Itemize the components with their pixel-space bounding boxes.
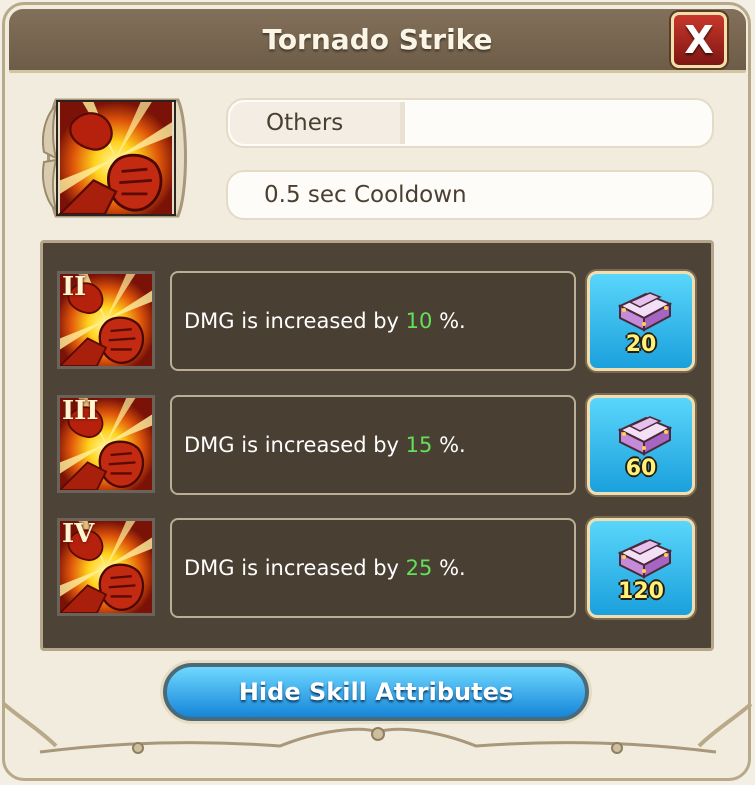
- level-4-effect: DMG is increased by 25 %.: [170, 518, 576, 618]
- skill-type-label: Others: [266, 110, 344, 136]
- fist-punch-icon: [56, 100, 176, 216]
- skill-book-icon: [616, 531, 672, 581]
- level-4-book-cost-button[interactable]: 120: [587, 518, 695, 618]
- close-button[interactable]: X: [671, 12, 727, 68]
- book-cost: 20: [625, 332, 657, 357]
- level-2-book-cost-button[interactable]: 20: [587, 271, 695, 371]
- footer-ornament-icon: [2, 702, 753, 754]
- book-cost: 120: [618, 579, 664, 604]
- level-roman-numeral: IV: [62, 519, 95, 549]
- book-cost: 60: [625, 456, 657, 481]
- effect-text: DMG is increased by 25 %.: [184, 556, 466, 580]
- level-3-effect: DMG is increased by 15 %.: [170, 395, 576, 495]
- level-roman-numeral: II: [62, 272, 87, 302]
- cooldown-text: 0.5 sec Cooldown: [264, 182, 467, 208]
- skill-book-icon: [616, 408, 672, 458]
- skill-book-icon: [616, 284, 672, 334]
- effect-text: DMG is increased by 10 %.: [184, 309, 466, 333]
- effect-text: DMG is increased by 15 %.: [184, 433, 466, 457]
- effect-value: 25: [405, 556, 433, 580]
- level-3-skill-icon: III: [57, 395, 155, 493]
- skill-type-bar: Others: [226, 98, 714, 148]
- dialog-title: Tornado Strike: [262, 23, 493, 56]
- effect-value: 10: [405, 309, 433, 333]
- cooldown-bar: 0.5 sec Cooldown: [226, 170, 714, 220]
- level-2-skill-icon: II: [57, 271, 155, 369]
- level-3-book-cost-button[interactable]: 60: [587, 395, 695, 495]
- level-4-skill-icon: IV: [57, 518, 155, 616]
- effect-value: 15: [405, 433, 433, 457]
- level-roman-numeral: III: [62, 396, 99, 426]
- dialog-title-bar: Tornado Strike: [9, 9, 746, 73]
- level-2-effect: DMG is increased by 10 %.: [170, 271, 576, 371]
- close-icon: X: [684, 18, 714, 62]
